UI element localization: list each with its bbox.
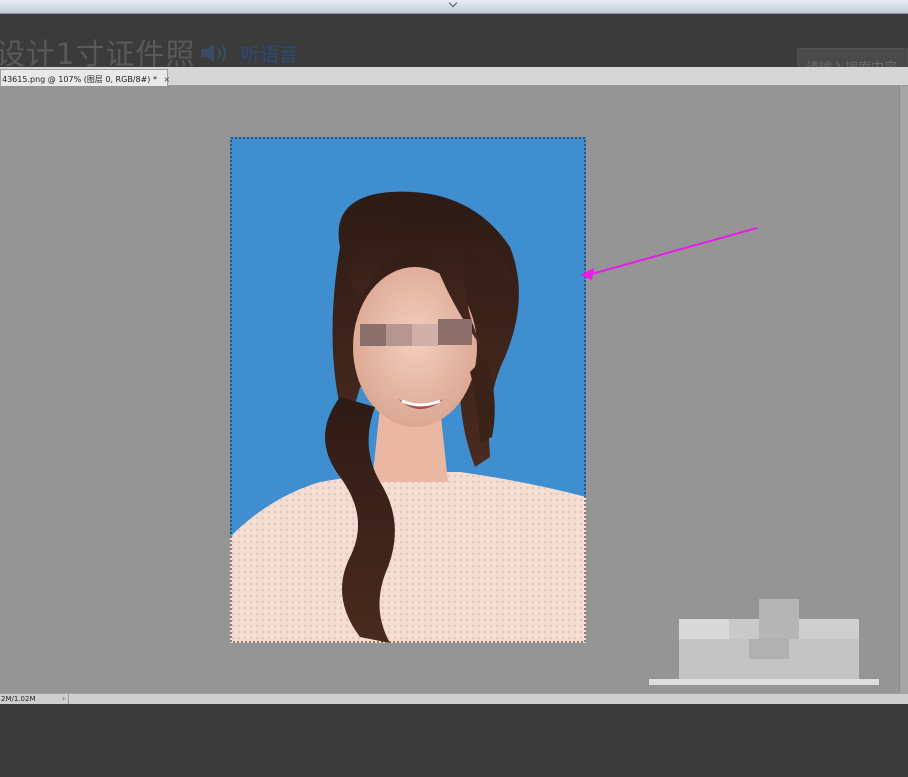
watermark-mosaic <box>649 599 879 685</box>
document-size: 2M/1.02M <box>1 695 36 703</box>
document-tab-label: 43615.png @ 107% (图层 0, RGB/8#) * <box>2 75 157 84</box>
listen-link[interactable]: 听语音 <box>241 40 298 67</box>
speaker-icon[interactable] <box>199 42 233 64</box>
page-header: 设计1寸证件照 听语音 请输入搜索内容 <box>0 14 908 81</box>
document-tab[interactable]: 43615.png @ 107% (图层 0, RGB/8#) * × <box>0 69 171 86</box>
document-tab-bar: 43615.png @ 107% (图层 0, RGB/8#) * × <box>0 67 908 86</box>
close-icon[interactable]: × <box>164 75 171 84</box>
vertical-scrollbar[interactable] <box>899 86 908 693</box>
id-photo-image <box>230 137 586 643</box>
window-top-strip <box>0 0 908 14</box>
id-photo-canvas[interactable] <box>230 137 586 643</box>
status-bar: 2M/1.02M › <box>0 693 908 705</box>
status-menu-arrow-icon[interactable]: › <box>62 694 65 703</box>
chevron-down-icon[interactable] <box>448 0 458 8</box>
bottom-panel <box>0 704 908 777</box>
